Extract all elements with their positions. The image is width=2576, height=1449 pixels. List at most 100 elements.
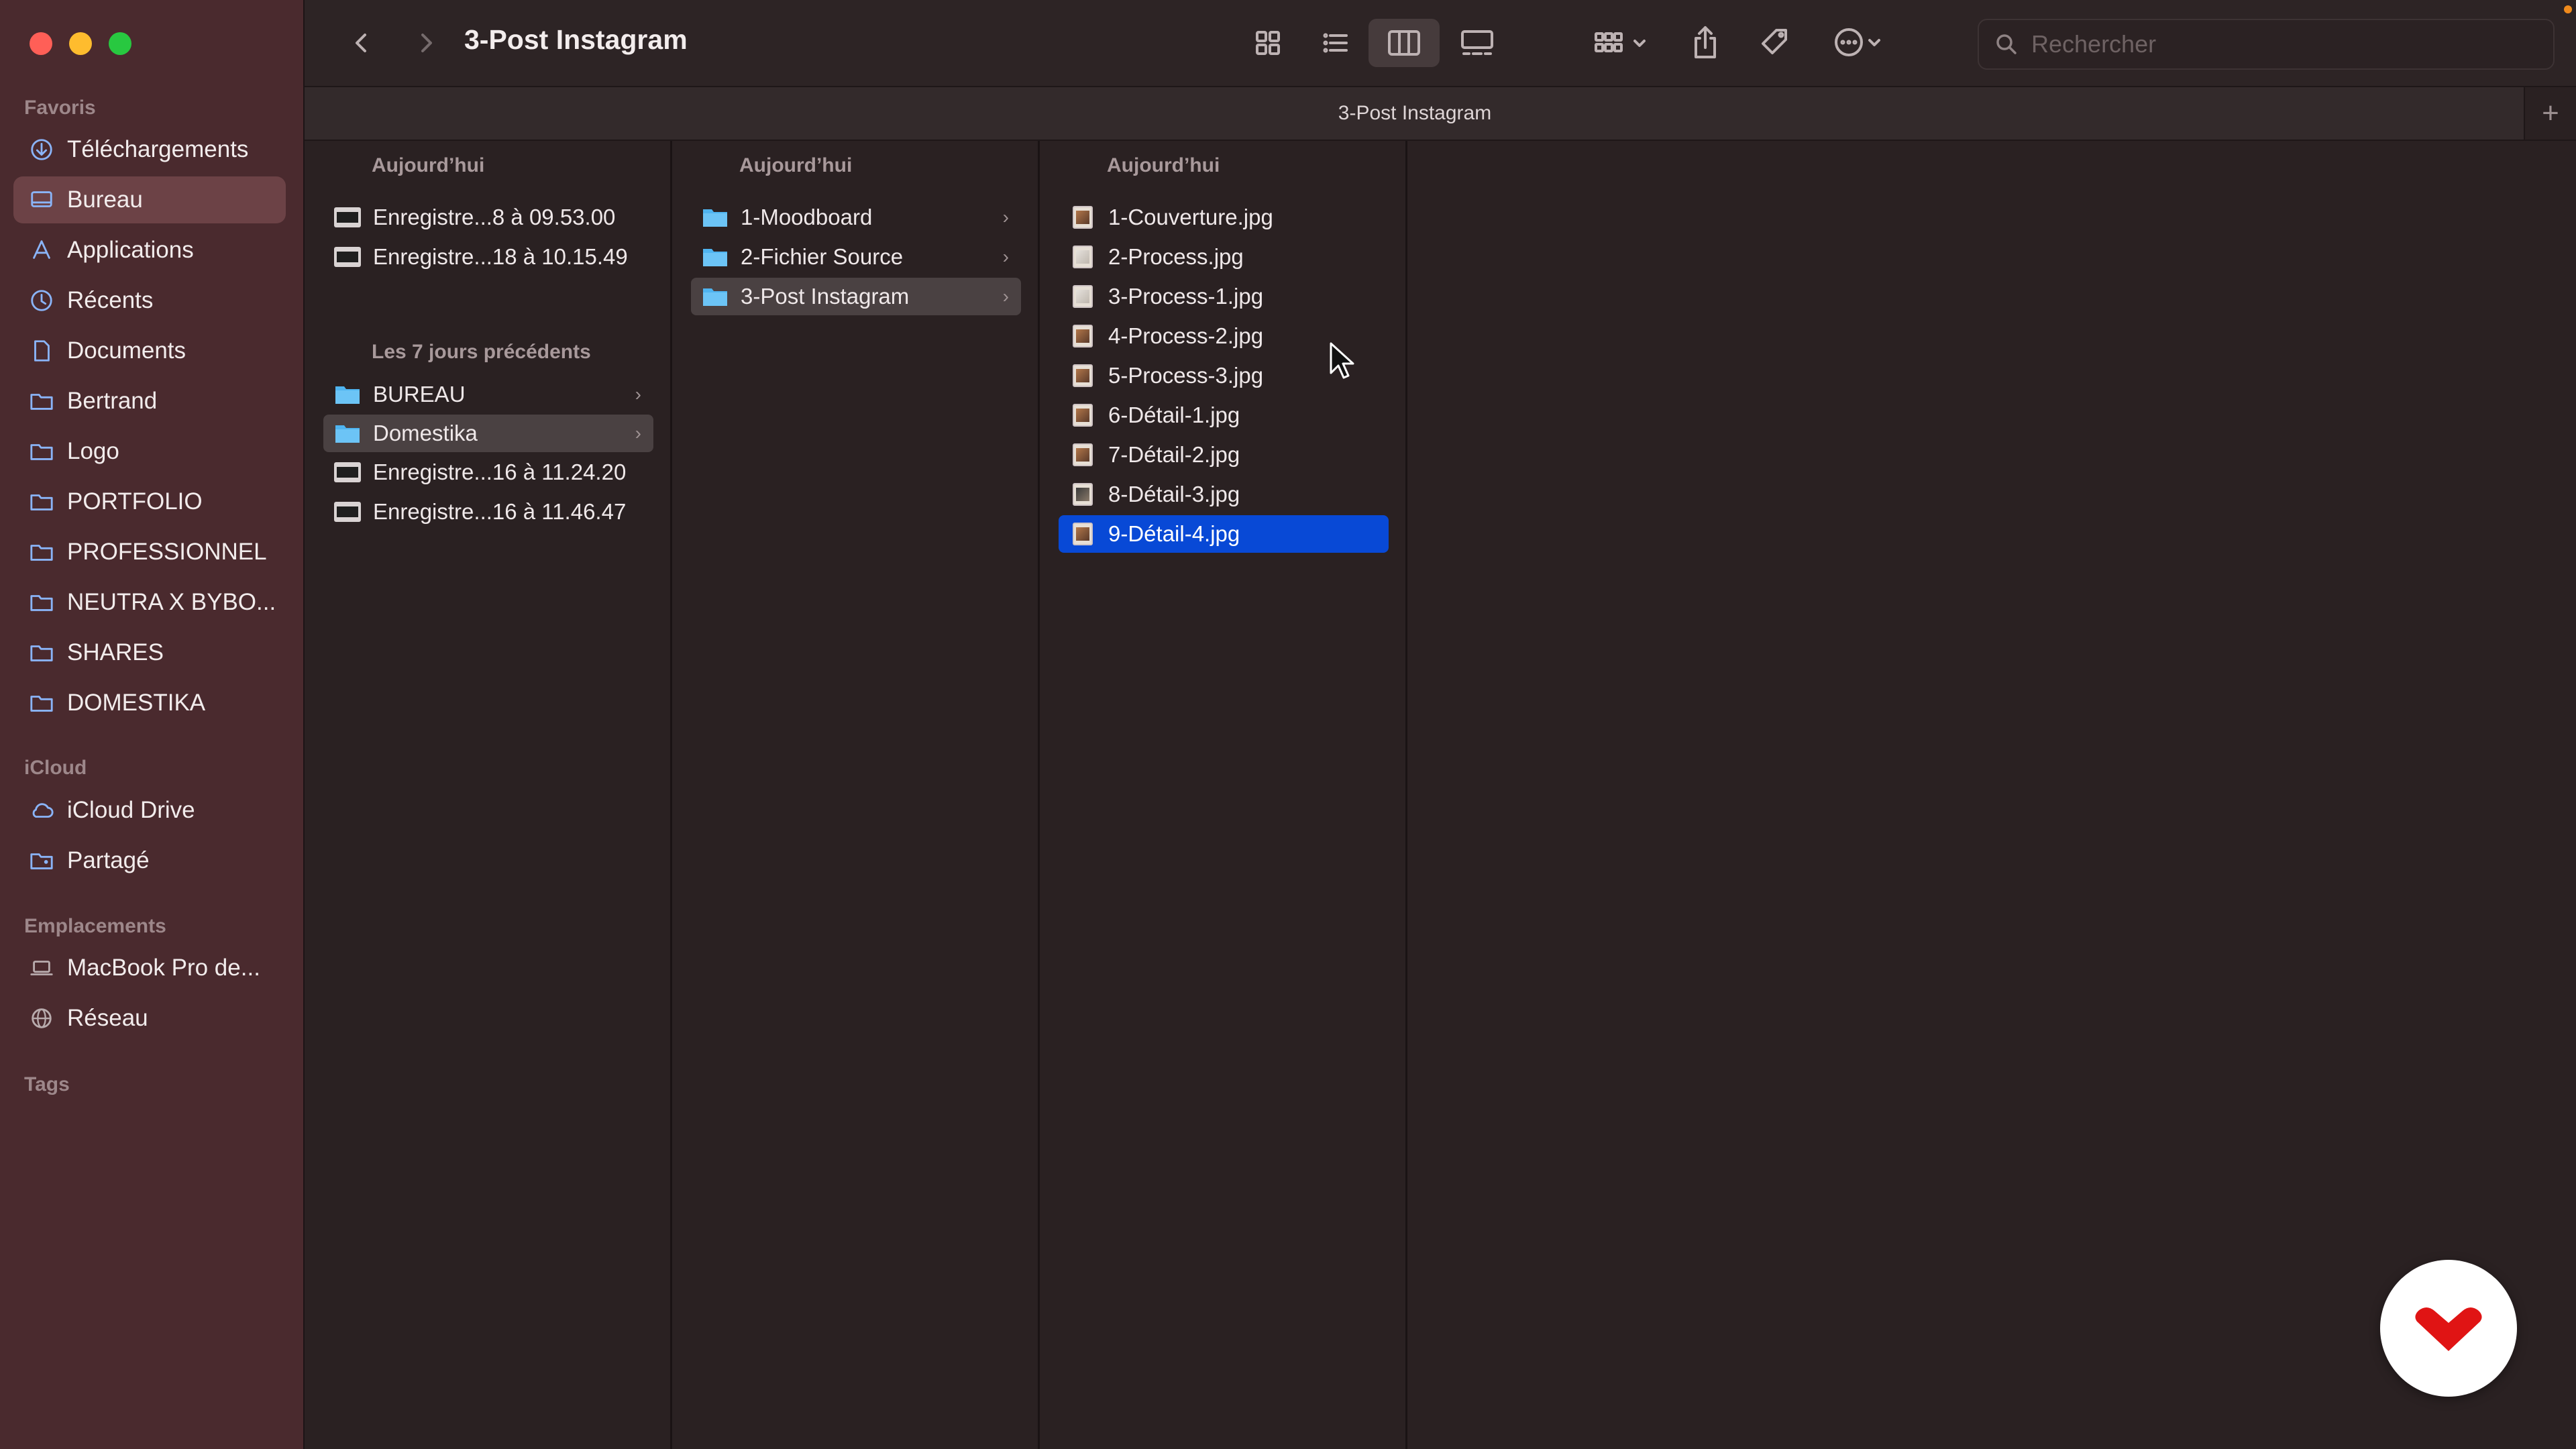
list-item-folder-fichier-source[interactable]: 2-Fichier Source › — [691, 238, 1021, 276]
list-item-image[interactable]: 2-Process.jpg — [1059, 238, 1389, 276]
back-button[interactable] — [342, 23, 382, 63]
list-item-image[interactable]: 6-Détail-1.jpg — [1059, 396, 1389, 434]
sidebar-item-documents[interactable]: Documents — [13, 327, 286, 374]
column-browser: Aujourd’hui Enregistre...8 à 09.53.00 En… — [305, 141, 2576, 1449]
column-header-today: Aujourd’hui — [739, 154, 853, 176]
image-file-icon — [1069, 441, 1096, 468]
column-2[interactable]: Aujourd’hui 1-Moodboard › 2-Fichier Sour… — [672, 141, 1040, 1449]
icon-view-button[interactable] — [1242, 21, 1293, 64]
sidebar-item-recents[interactable]: Récents — [13, 277, 286, 324]
sidebar-item-bertrand[interactable]: Bertrand — [13, 378, 286, 425]
movie-file-icon — [334, 204, 361, 231]
group-by-button[interactable] — [1580, 21, 1661, 64]
sidebar-item-logo[interactable]: Logo — [13, 428, 286, 475]
column-3[interactable]: Aujourd’hui 1-Couverture.jpg 2-Process.j… — [1040, 141, 1407, 1449]
clock-icon — [28, 287, 55, 314]
domestika-logo — [2380, 1260, 2517, 1397]
share-button[interactable] — [1681, 19, 1729, 66]
heart-logo-icon — [2415, 1307, 2482, 1351]
new-tab-button[interactable]: + — [2524, 87, 2576, 140]
window-title: 3-Post Instagram — [464, 24, 688, 55]
sidebar-item-telechargements[interactable]: Téléchargements — [13, 126, 286, 173]
chevron-down-icon — [1633, 40, 1646, 47]
list-item-folder-domestika[interactable]: Domestika › — [323, 415, 653, 452]
sidebar-item-professionnel[interactable]: PROFESSIONNEL — [13, 529, 286, 576]
sidebar-item-bureau[interactable]: Bureau — [13, 176, 286, 223]
document-icon — [28, 337, 55, 364]
folder-icon — [334, 420, 361, 447]
folder-icon — [28, 589, 55, 616]
forward-button[interactable] — [405, 23, 445, 63]
mouse-cursor-icon — [1330, 342, 1354, 379]
sidebar-item-icloud-drive[interactable]: iCloud Drive — [13, 787, 286, 834]
movie-file-icon — [334, 459, 361, 486]
list-item-recording-3[interactable]: Enregistre...16 à 11.24.20 — [323, 453, 653, 491]
folder-icon — [28, 539, 55, 566]
more-actions-button[interactable] — [1815, 20, 1900, 64]
search-field[interactable] — [1978, 19, 2555, 70]
sidebar-item-partage[interactable]: Partagé — [13, 837, 286, 884]
chevron-right-icon: › — [635, 423, 641, 443]
list-item-recording-2[interactable]: Enregistre...18 à 10.15.49 — [323, 238, 653, 276]
tab-bar: 3-Post Instagram + — [305, 86, 2576, 141]
sidebar-item-domestika[interactable]: DOMESTIKA — [13, 680, 286, 727]
close-window-button[interactable] — [30, 32, 52, 55]
list-item-recording-1[interactable]: Enregistre...8 à 09.53.00 — [323, 199, 653, 236]
list-item-folder-post-instagram[interactable]: 3-Post Instagram › — [691, 278, 1021, 315]
sidebar-item-neutra-x-bybo[interactable]: NEUTRA X BYBO... — [13, 579, 286, 626]
folder-icon — [28, 438, 55, 465]
folder-icon — [702, 244, 729, 270]
search-input[interactable] — [2030, 30, 2542, 59]
sidebar-item-shares[interactable]: SHARES — [13, 629, 286, 676]
notification-dot — [2564, 5, 2572, 13]
column-view-button[interactable] — [1368, 19, 1440, 67]
list-view-button[interactable] — [1309, 21, 1360, 64]
column-header-today: Aujourd’hui — [1107, 154, 1220, 176]
desktop-icon — [28, 186, 55, 213]
column-1[interactable]: Aujourd’hui Enregistre...8 à 09.53.00 En… — [305, 141, 672, 1449]
image-file-icon — [1069, 521, 1096, 547]
tags-button[interactable] — [1751, 19, 1799, 66]
list-item-image[interactable]: 3-Process-1.jpg — [1059, 278, 1389, 315]
laptop-icon — [28, 955, 55, 981]
chevron-right-icon: › — [1002, 246, 1009, 267]
folder-icon — [702, 204, 729, 231]
gallery-view-button[interactable] — [1450, 21, 1504, 64]
sidebar-item-reseau[interactable]: Réseau — [13, 995, 286, 1042]
image-file-icon — [1069, 362, 1096, 389]
folder-icon — [28, 488, 55, 515]
grid-icon — [1256, 31, 1280, 55]
sidebar-item-applications[interactable]: Applications — [13, 227, 286, 274]
favorites-section-title: Favoris — [24, 97, 96, 119]
network-icon — [28, 1005, 55, 1032]
gallery-icon — [1461, 30, 1493, 55]
list-item-folder-bureau[interactable]: BUREAU › — [323, 376, 653, 413]
list-item-recording-4[interactable]: Enregistre...16 à 11.46.47 — [323, 493, 653, 531]
locations-section-title: Emplacements — [24, 915, 166, 937]
download-icon — [28, 136, 55, 163]
shared-folder-icon — [28, 847, 55, 874]
image-file-icon — [1069, 204, 1096, 231]
cloud-icon — [28, 797, 55, 824]
movie-file-icon — [334, 244, 361, 270]
minimize-window-button[interactable] — [69, 32, 92, 55]
tag-icon — [1762, 29, 1787, 54]
folder-icon — [28, 388, 55, 415]
tab-3-post-instagram[interactable]: 3-Post Instagram — [305, 102, 2525, 125]
list-item-image[interactable]: 8-Détail-3.jpg — [1059, 476, 1389, 513]
list-item-folder-moodboard[interactable]: 1-Moodboard › — [691, 199, 1021, 236]
group-grid-icon — [1595, 32, 1623, 52]
search-icon — [1996, 34, 2017, 54]
list-item-image[interactable]: 7-Détail-2.jpg — [1059, 436, 1389, 474]
sidebar-item-portfolio[interactable]: PORTFOLIO — [13, 478, 286, 525]
list-item-image-selected[interactable]: 9-Détail-4.jpg — [1059, 515, 1389, 553]
image-file-icon — [1069, 323, 1096, 350]
sidebar-item-macbook-pro[interactable]: MacBook Pro de... — [13, 945, 286, 991]
zoom-window-button[interactable] — [109, 32, 131, 55]
list-item-image[interactable]: 1-Couverture.jpg — [1059, 199, 1389, 236]
column-header-today: Aujourd’hui — [372, 154, 485, 176]
image-file-icon — [1069, 244, 1096, 270]
finder-window: Favoris Téléchargements Bureau Applicati… — [0, 0, 2576, 1449]
movie-file-icon — [334, 498, 361, 525]
share-icon — [1695, 26, 1716, 58]
